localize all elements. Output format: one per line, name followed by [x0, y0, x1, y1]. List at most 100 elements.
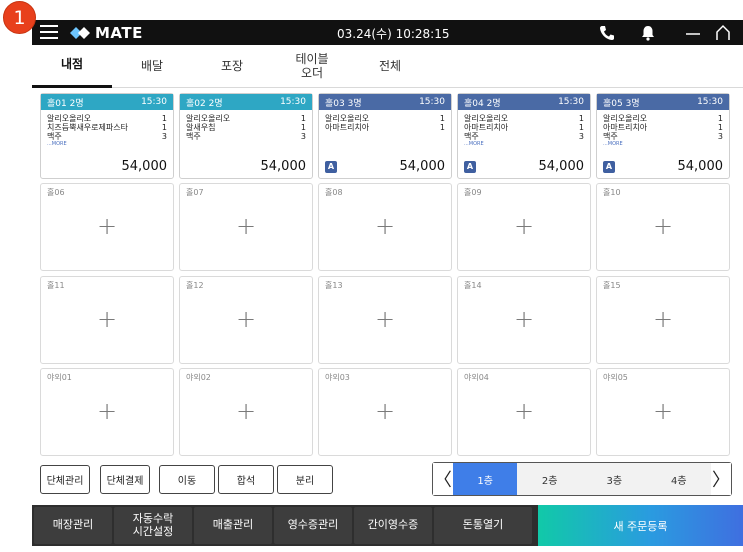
order-item-name: 알새우칩 — [186, 123, 216, 132]
order-item-qty: 1 — [578, 114, 584, 123]
table-name: 홀03 3명 — [325, 98, 362, 109]
tab-table-order[interactable]: 테이블 오더 — [272, 45, 352, 88]
tab-takeout[interactable]: 포장 — [192, 45, 272, 88]
floor-tab-3[interactable]: 3층 — [582, 463, 647, 495]
tab-dine-in[interactable]: 내점 — [32, 45, 112, 88]
tab-delivery[interactable]: 배달 — [112, 45, 192, 88]
table-card-empty[interactable]: 홀14 + — [457, 276, 591, 364]
order-item-name: 맥주 — [603, 132, 618, 141]
order-item-name: 맥주 — [464, 132, 479, 141]
add-order-icon: + — [374, 212, 396, 240]
order-item: 알리오올리오 1 — [47, 114, 167, 123]
order-item-name: 알리오올리오 — [325, 114, 370, 123]
sales-manage-button[interactable]: 매출관리 — [194, 507, 272, 544]
table-card-empty[interactable]: 야외05 + — [596, 368, 730, 456]
minimize-icon[interactable] — [684, 24, 702, 42]
auto-accept-time-button[interactable]: 자동수락 시간설정 — [114, 507, 192, 544]
order-item-name: 치즈듬뿍새우로제파스타 — [47, 123, 128, 132]
more-link[interactable]: ...MORE — [41, 141, 173, 147]
order-item-list: 알리오올리오 1 치즈듬뿍새우로제파스타 1 맥주 3 — [41, 110, 173, 141]
open-cash-drawer-button[interactable]: 돈통열기 — [434, 507, 532, 544]
floor-prev-button[interactable]: 〈 — [433, 463, 453, 495]
phone-icon[interactable] — [598, 24, 616, 42]
order-item-name: 알리오올리오 — [603, 114, 648, 123]
table-name: 야외01 — [47, 373, 72, 382]
order-item-qty: 1 — [161, 114, 167, 123]
order-item-qty: 1 — [717, 123, 723, 132]
order-item: 맥주 3 — [603, 132, 723, 141]
floor-tab-4[interactable]: 4층 — [647, 463, 712, 495]
table-name: 야외05 — [603, 373, 628, 382]
table-card-empty[interactable]: 야외03 + — [318, 368, 452, 456]
table-card-empty[interactable]: 야외02 + — [179, 368, 313, 456]
merge-table-button[interactable]: 합석 — [218, 465, 274, 494]
table-card-empty[interactable]: 홀07 + — [179, 183, 313, 271]
table-card-empty[interactable]: 야외01 + — [40, 368, 174, 456]
order-item-name: 알리오올리오 — [47, 114, 92, 123]
table-card-occupied[interactable]: 홀01 2명 15:30 알리오올리오 1 치즈듬뿍새우로제파스타 1 맥주 3 ...MORE… — [40, 93, 174, 179]
table-card-empty[interactable]: 홀08 + — [318, 183, 452, 271]
logo-icon — [70, 26, 90, 39]
table-name: 홀09 — [464, 188, 482, 197]
table-total: 54,000 — [121, 159, 168, 174]
table-card-empty[interactable]: 홀15 + — [596, 276, 730, 364]
more-link[interactable]: ...MORE — [597, 141, 729, 147]
order-item-list: 알리오올리오 1 아마트리치아 1 맥주 3 — [458, 110, 590, 141]
add-order-icon: + — [652, 212, 674, 240]
app-name: MATE — [95, 23, 143, 42]
add-order-icon: + — [374, 305, 396, 333]
floor-next-button[interactable]: 〉 — [711, 463, 731, 495]
table-card-empty[interactable]: 홀10 + — [596, 183, 730, 271]
bell-icon[interactable] — [639, 24, 657, 42]
table-name: 홀02 2명 — [186, 98, 223, 109]
table-time: 15:30 — [697, 97, 723, 107]
table-card-empty[interactable]: 홀11 + — [40, 276, 174, 364]
split-table-button[interactable]: 분리 — [277, 465, 333, 494]
group-manage-button[interactable]: 단체관리 — [40, 465, 90, 494]
add-order-icon: + — [96, 212, 118, 240]
floor-tab-1[interactable]: 1층 — [452, 463, 518, 495]
status-bar: MATE 03.24(수) 10:28:15 — [32, 20, 743, 45]
datetime-display: 03.24(수) 10:28:15 — [337, 27, 450, 41]
step-number-badge: 1 — [3, 1, 36, 34]
table-card-empty[interactable]: 홀09 + — [457, 183, 591, 271]
order-item: 알리오올리오 1 — [464, 114, 584, 123]
table-name: 홀11 — [47, 281, 65, 290]
order-item-name: 아마트리치아 — [603, 123, 648, 132]
table-card-empty[interactable]: 홀12 + — [179, 276, 313, 364]
table-card-empty[interactable]: 야외04 + — [457, 368, 591, 456]
table-card-occupied[interactable]: 홀03 3명 15:30 알리오올리오 1 아마트리치아 1 A 54,000 — [318, 93, 452, 179]
order-item-qty: 1 — [578, 123, 584, 132]
order-item-qty: 1 — [300, 123, 306, 132]
tab-all[interactable]: 전체 — [350, 45, 430, 88]
order-item-qty: 1 — [439, 114, 445, 123]
floor-tab-2[interactable]: 2층 — [517, 463, 582, 495]
table-name: 야외04 — [464, 373, 489, 382]
group-pay-button[interactable]: 단체결제 — [100, 465, 150, 494]
order-item: 치즈듬뿍새우로제파스타 1 — [47, 123, 167, 132]
home-icon[interactable] — [714, 24, 732, 42]
new-order-button[interactable]: 새 주문등록 — [538, 505, 743, 546]
table-card-empty[interactable]: 홀06 + — [40, 183, 174, 271]
move-table-button[interactable]: 이동 — [159, 465, 215, 494]
order-item-list: 알리오올리오 1 아마트리치아 1 맥주 3 — [597, 110, 729, 141]
receipt-manage-button[interactable]: 영수증관리 — [274, 507, 352, 544]
order-item-name: 맥주 — [47, 132, 62, 141]
table-time: 15:30 — [280, 97, 306, 107]
order-item: 아마트리치아 1 — [325, 123, 445, 132]
table-card-occupied[interactable]: 홀04 2명 15:30 알리오올리오 1 아마트리치아 1 맥주 3 ...MORE A 54,0… — [457, 93, 591, 179]
chevron-left-icon: 〈 — [433, 470, 452, 491]
more-link[interactable]: ...MORE — [458, 141, 590, 147]
simple-receipt-button[interactable]: 간이영수증 — [354, 507, 432, 544]
table-card-empty[interactable]: 홀13 + — [318, 276, 452, 364]
table-card-occupied[interactable]: 홀05 3명 15:30 알리오올리오 1 아마트리치아 1 맥주 3 ...MORE A 54,0… — [596, 93, 730, 179]
order-item-qty: 1 — [439, 123, 445, 132]
table-card-occupied[interactable]: 홀02 2명 15:30 알리오올리오 1 알새우칩 1 맥주 3 54,000 — [179, 93, 313, 179]
add-order-icon: + — [96, 305, 118, 333]
add-order-icon: + — [513, 397, 535, 425]
menu-icon[interactable] — [40, 25, 58, 39]
store-manage-button[interactable]: 매장관리 — [34, 507, 112, 544]
table-time: 15:30 — [558, 97, 584, 107]
add-order-icon: + — [374, 397, 396, 425]
table-card-header: 홀03 3명 15:30 — [319, 94, 451, 110]
